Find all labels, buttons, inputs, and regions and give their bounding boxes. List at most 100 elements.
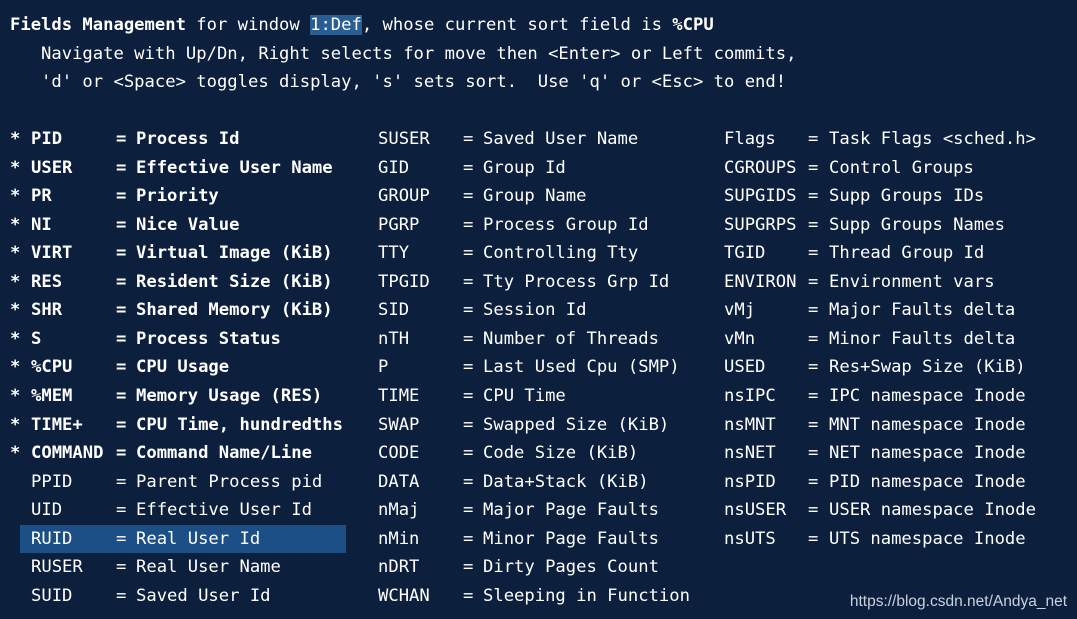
field-name-cgroups[interactable]: CGROUPS	[724, 154, 804, 183]
field-name-pid[interactable]: PID	[31, 125, 111, 154]
field-name-vmn[interactable]: vMn	[724, 325, 804, 354]
field-description: Supp Groups Names	[829, 214, 1005, 235]
field-description: USER namespace Inode	[829, 500, 1036, 521]
field-name-nspid[interactable]: nsPID	[724, 468, 804, 497]
field-name-ni[interactable]: NI	[31, 211, 111, 240]
equals-separator: =	[463, 500, 474, 521]
field-description: Effective User Name	[136, 157, 333, 178]
field-name-cpu[interactable]: %CPU	[31, 353, 111, 382]
field-name-nsmnt[interactable]: nsMNT	[724, 411, 804, 440]
field-description: Shared Memory (KiB)	[136, 300, 333, 321]
field-name-pgrp[interactable]: PGRP	[378, 211, 458, 240]
field-description: NET namespace Inode	[829, 443, 1026, 464]
field-description: Major Faults delta	[829, 300, 1016, 321]
equals-separator: =	[463, 214, 474, 235]
field-name-res[interactable]: RES	[31, 268, 111, 297]
field-name-command[interactable]: COMMAND	[31, 439, 111, 468]
equals-separator: =	[463, 129, 474, 149]
field-row: UID = Effective User Id nMaj = Major Page Fau…	[0, 496, 1077, 525]
field-name-time[interactable]: TIME+	[31, 411, 111, 440]
field-name-s[interactable]: S	[31, 325, 111, 354]
equals-separator: =	[463, 243, 474, 264]
field-name-vmj[interactable]: vMj	[724, 296, 804, 325]
field-name-ruid[interactable]: RUID	[31, 525, 111, 554]
equals-separator: =	[463, 186, 474, 207]
field-description: Environment vars	[829, 271, 995, 292]
field-name-flags[interactable]: Flags	[724, 125, 804, 154]
field-name-nmin[interactable]: nMin	[378, 525, 458, 554]
equals-separator: =	[116, 385, 127, 406]
field-name-code[interactable]: CODE	[378, 439, 458, 468]
field-display-marker: *	[10, 157, 21, 178]
equals-separator: =	[116, 129, 127, 149]
field-description: Priority	[136, 186, 219, 207]
field-name-mem[interactable]: %MEM	[31, 382, 111, 411]
field-name-user[interactable]: USER	[31, 154, 111, 183]
field-name-ndrt[interactable]: nDRT	[378, 553, 458, 582]
field-name-nsuser[interactable]: nsUSER	[724, 496, 804, 525]
field-name-nsnet[interactable]: nsNET	[724, 439, 804, 468]
equals-separator: =	[116, 243, 127, 264]
field-name-gid[interactable]: GID	[378, 154, 458, 183]
field-name-suser[interactable]: SUSER	[378, 125, 458, 154]
field-name-tty[interactable]: TTY	[378, 239, 458, 268]
field-description: Res+Swap Size (KiB)	[829, 357, 1026, 378]
help-line-navigate: Navigate with Up/Dn, Right selects for m…	[10, 44, 797, 64]
field-name-p[interactable]: P	[378, 353, 458, 382]
equals-separator: =	[808, 243, 819, 264]
field-description: CPU Time, hundredths	[136, 414, 343, 435]
field-description: Tty Process Grp Id	[483, 271, 670, 292]
field-name-supgids[interactable]: SUPGIDS	[724, 182, 804, 211]
field-description: Minor Faults delta	[829, 328, 1016, 349]
equals-separator: =	[463, 300, 474, 321]
field-description: Nice Value	[136, 214, 240, 235]
field-name-nmaj[interactable]: nMaj	[378, 496, 458, 525]
field-name-used[interactable]: USED	[724, 353, 804, 382]
help-line-keys: 'd' or <Space> toggles display, 's' sets…	[10, 72, 787, 92]
equals-separator: =	[116, 157, 127, 178]
equals-separator: =	[808, 157, 819, 178]
field-row: * VIRT = Virtual Image (KiB) TTY = Controlling…	[0, 239, 1077, 268]
equals-separator: =	[808, 271, 819, 292]
field-description: IPC namespace Inode	[829, 385, 1026, 406]
field-display-marker: *	[10, 414, 21, 435]
field-description: Memory Usage (RES)	[136, 385, 323, 406]
field-name-supgrps[interactable]: SUPGRPS	[724, 211, 804, 240]
equals-separator: =	[808, 471, 819, 492]
field-name-suid[interactable]: SUID	[31, 582, 111, 611]
field-description: CPU Usage	[136, 357, 230, 378]
equals-separator: =	[463, 385, 474, 406]
equals-separator: =	[116, 585, 127, 606]
field-name-data[interactable]: DATA	[378, 468, 458, 497]
field-name-sid[interactable]: SID	[378, 296, 458, 325]
equals-separator: =	[463, 585, 474, 606]
equals-separator: =	[116, 271, 127, 292]
field-name-time[interactable]: TIME	[378, 382, 458, 411]
field-name-wchan[interactable]: WCHAN	[378, 582, 458, 611]
field-row: * PID = Process Id SUSER = Saved User Name Flag…	[0, 125, 1077, 154]
sort-field-value: %CPU	[672, 15, 714, 35]
field-name-tgid[interactable]: TGID	[724, 239, 804, 268]
header-title: Fields Management	[10, 15, 186, 35]
terminal-window[interactable]: Fields Management for window 1:Def, whos…	[0, 0, 1077, 619]
field-name-ppid[interactable]: PPID	[31, 468, 111, 497]
field-name-virt[interactable]: VIRT	[31, 239, 111, 268]
field-name-nsipc[interactable]: nsIPC	[724, 382, 804, 411]
field-name-pr[interactable]: PR	[31, 182, 111, 211]
field-name-nsuts[interactable]: nsUTS	[724, 525, 804, 554]
field-display-marker: *	[10, 186, 21, 207]
field-name-group[interactable]: GROUP	[378, 182, 458, 211]
field-name-uid[interactable]: UID	[31, 496, 111, 525]
field-name-ruser[interactable]: RUSER	[31, 553, 111, 582]
field-display-marker: *	[10, 328, 21, 349]
field-name-nth[interactable]: nTH	[378, 325, 458, 354]
field-name-shr[interactable]: SHR	[31, 296, 111, 325]
field-name-tpgid[interactable]: TPGID	[378, 268, 458, 297]
field-name-swap[interactable]: SWAP	[378, 411, 458, 440]
field-name-environ[interactable]: ENVIRON	[724, 268, 804, 297]
field-description: MNT namespace Inode	[829, 414, 1026, 435]
field-description: PID namespace Inode	[829, 471, 1026, 492]
equals-separator: =	[116, 471, 127, 492]
equals-separator: =	[463, 414, 474, 435]
equals-separator: =	[116, 328, 127, 349]
